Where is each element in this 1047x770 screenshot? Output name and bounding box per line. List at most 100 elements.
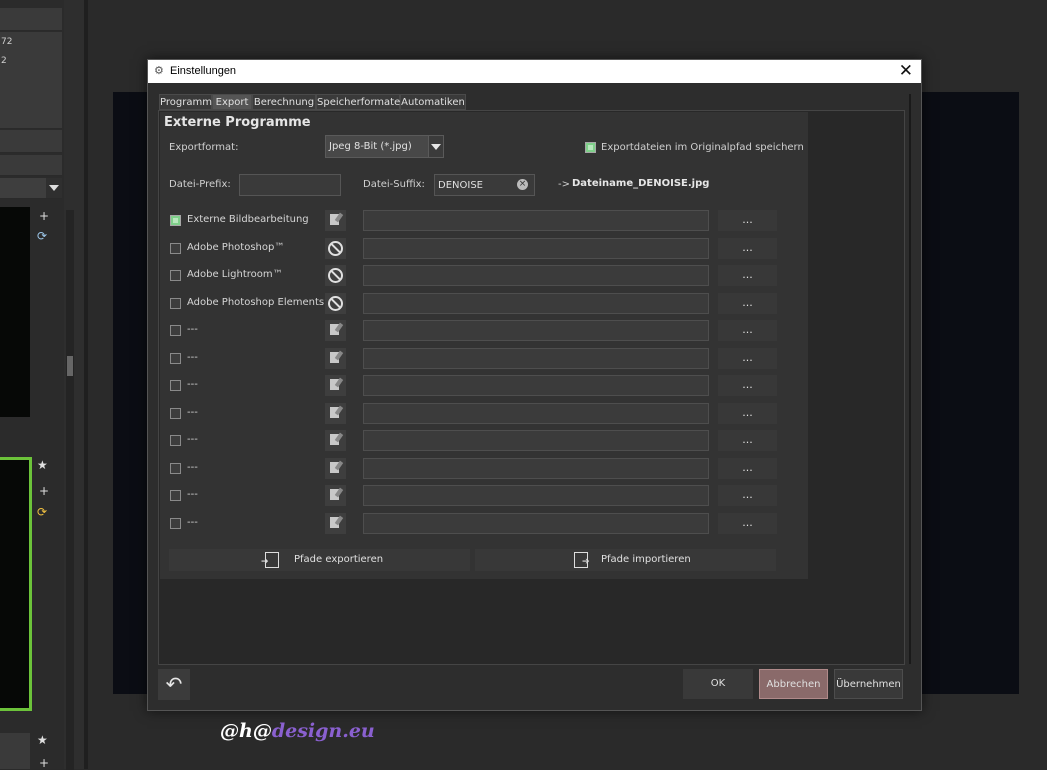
program-icon-button[interactable] xyxy=(325,292,346,314)
tab-speicherformate[interactable]: Speicherformate xyxy=(316,94,400,110)
program-icon-button[interactable] xyxy=(325,265,346,286)
star-icon[interactable]: ★ xyxy=(37,733,48,747)
program-checkbox[interactable] xyxy=(170,407,181,419)
scrollbar-thumb[interactable] xyxy=(67,356,73,376)
browse-button[interactable]: ... xyxy=(718,320,777,341)
browse-button[interactable]: ... xyxy=(718,375,777,396)
no-entry-icon xyxy=(328,295,343,311)
left-panel-row[interactable] xyxy=(0,130,62,153)
program-icon-button[interactable] xyxy=(325,237,346,259)
left-dropdown[interactable] xyxy=(0,178,62,199)
plus-icon[interactable]: + xyxy=(39,756,49,770)
program-icon-button[interactable] xyxy=(325,347,346,369)
browse-button[interactable]: ... xyxy=(718,402,777,424)
program-checkbox[interactable] xyxy=(170,215,181,226)
import-paths-button[interactable]: ➔ Pfade importieren xyxy=(475,549,776,571)
left-panel-row[interactable] xyxy=(0,108,62,129)
scrollbar[interactable] xyxy=(66,210,74,770)
program-checkbox[interactable] xyxy=(170,462,181,474)
left-panel-row[interactable]: 72 xyxy=(0,32,62,53)
edit-icon xyxy=(330,324,339,335)
reset-button[interactable]: ↶ xyxy=(158,669,190,700)
ok-button[interactable]: OK xyxy=(683,669,753,699)
program-checkbox[interactable] xyxy=(170,242,181,254)
program-checkbox[interactable] xyxy=(170,297,181,309)
suffix-input[interactable]: DENOISE × xyxy=(434,174,535,196)
thumbnail[interactable] xyxy=(0,207,30,417)
browse-button[interactable]: ... xyxy=(718,292,777,314)
program-checkbox[interactable] xyxy=(170,270,181,281)
plus-icon[interactable]: + xyxy=(39,484,49,498)
program-name: --- xyxy=(187,379,198,390)
program-checkbox[interactable] xyxy=(170,435,181,446)
program-icon-button[interactable] xyxy=(325,485,346,506)
program-path-input[interactable] xyxy=(363,292,709,314)
exportformat-select[interactable]: Jpeg 8-Bit (*.jpg) xyxy=(325,135,444,158)
watermark-part2: design.eu xyxy=(271,720,375,742)
star-icon[interactable]: ★ xyxy=(37,458,48,472)
program-checkbox[interactable] xyxy=(170,352,181,364)
program-row: Adobe Photoshop Elements™... xyxy=(168,292,778,315)
program-path-input[interactable] xyxy=(363,375,709,396)
browse-button[interactable]: ... xyxy=(718,457,777,479)
clear-icon[interactable]: × xyxy=(517,179,528,190)
browse-button[interactable]: ... xyxy=(718,237,777,259)
browse-button[interactable]: ... xyxy=(718,485,777,506)
program-path-input[interactable] xyxy=(363,237,709,259)
export-paths-label: Pfade exportieren xyxy=(294,554,384,565)
program-icon-button[interactable] xyxy=(325,375,346,396)
browse-button[interactable]: ... xyxy=(718,430,777,451)
divider xyxy=(84,0,88,769)
program-path-input[interactable] xyxy=(363,402,709,424)
browse-button[interactable]: ... xyxy=(718,265,777,286)
program-icon-button[interactable] xyxy=(325,457,346,479)
tab-berechnung[interactable]: Berechnung xyxy=(252,94,316,110)
program-checkbox[interactable] xyxy=(170,325,181,336)
program-icon-button[interactable] xyxy=(325,512,346,534)
browse-button[interactable]: ... xyxy=(718,210,777,231)
program-icon-button[interactable] xyxy=(325,320,346,341)
cancel-button[interactable]: Abbrechen xyxy=(759,669,828,699)
thumbnail[interactable] xyxy=(0,733,30,769)
program-path-input[interactable] xyxy=(363,210,709,231)
program-path-input[interactable] xyxy=(363,347,709,369)
program-name: --- xyxy=(187,489,198,500)
program-icon-button[interactable] xyxy=(325,430,346,451)
program-path-input[interactable] xyxy=(363,320,709,341)
edit-icon xyxy=(330,351,339,363)
program-checkbox[interactable] xyxy=(170,490,181,501)
left-panel-row[interactable] xyxy=(0,70,62,91)
left-panel-row[interactable] xyxy=(0,89,62,110)
program-name: --- xyxy=(187,324,198,335)
refresh-icon[interactable]: ⟳ xyxy=(37,505,47,519)
thumbnail-selected[interactable] xyxy=(0,457,32,711)
program-path-input[interactable] xyxy=(363,430,709,451)
browse-button[interactable]: ... xyxy=(718,512,777,534)
program-path-input[interactable] xyxy=(363,265,709,286)
program-path-input[interactable] xyxy=(363,457,709,479)
tab-programm[interactable]: Programm xyxy=(159,94,212,110)
suffix-label: Datei-Suffix: xyxy=(363,179,425,190)
program-checkbox[interactable] xyxy=(170,517,181,529)
dialog-titlebar[interactable]: ⚙ Einstellungen ✕ xyxy=(148,60,921,83)
program-path-input[interactable] xyxy=(363,512,709,534)
program-path-input[interactable] xyxy=(363,485,709,506)
program-icon-button[interactable] xyxy=(325,402,346,424)
close-icon[interactable]: ✕ xyxy=(899,61,913,81)
scrollbar[interactable] xyxy=(909,94,911,664)
left-panel-row[interactable]: 2 xyxy=(0,51,62,72)
left-panel-row[interactable] xyxy=(0,155,62,176)
plus-icon[interactable]: + xyxy=(39,209,49,223)
tab-export[interactable]: Export xyxy=(212,94,252,110)
browse-button[interactable]: ... xyxy=(718,347,777,369)
prefix-label: Datei-Prefix: xyxy=(169,179,231,190)
edit-icon xyxy=(330,516,339,528)
save-original-checkbox[interactable] xyxy=(585,142,596,153)
export-paths-button[interactable]: ➔ Pfade exportieren xyxy=(169,549,470,571)
program-checkbox[interactable] xyxy=(170,380,181,391)
tab-automatiken[interactable]: Automatiken xyxy=(400,94,466,110)
refresh-icon[interactable]: ⟳ xyxy=(37,229,47,243)
apply-button[interactable]: Übernehmen xyxy=(834,669,903,699)
prefix-input[interactable] xyxy=(239,174,341,196)
program-icon-button[interactable] xyxy=(325,210,346,231)
